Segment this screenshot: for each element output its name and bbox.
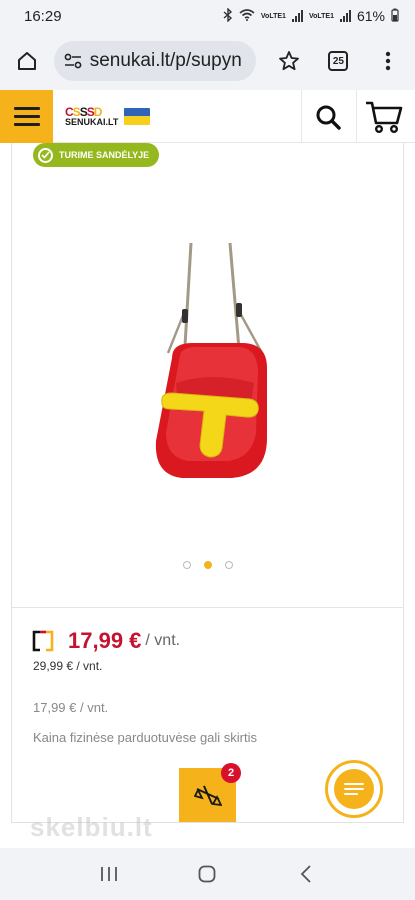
network-label-2: VoLTE1: [308, 12, 334, 20]
back-button[interactable]: [286, 854, 326, 894]
alt-price: 17,99 € / vnt.: [33, 700, 109, 715]
address-bar[interactable]: senukai.lt/p/supyn: [53, 41, 256, 81]
carousel-dot-active[interactable]: [204, 561, 212, 569]
bookmark-button[interactable]: [274, 46, 304, 76]
stock-badge: TURIME SANDĖLYJE: [33, 143, 160, 167]
network-label-1: VoLTE1: [260, 12, 286, 20]
search-icon: [316, 105, 341, 130]
check-circle-icon: [38, 147, 53, 163]
more-options-button[interactable]: [373, 46, 403, 76]
price-row: 17,99 € / vnt.: [32, 628, 180, 654]
tabs-button[interactable]: 25: [324, 46, 354, 76]
site-settings-icon[interactable]: [64, 53, 82, 69]
compare-scale-icon: [193, 785, 222, 807]
wifi-icon: [239, 8, 255, 24]
divider: [12, 607, 403, 608]
watermark: skelbiu.lt: [30, 812, 153, 842]
battery-icon: [391, 8, 399, 25]
signal-icon: [339, 10, 351, 22]
logo-name: SENUKAI.LT: [65, 116, 119, 127]
chat-lines-icon: [344, 783, 364, 795]
battery-level: 61%: [356, 8, 385, 24]
cart-button[interactable]: [358, 90, 410, 143]
home-circle-icon: [199, 865, 216, 883]
menu-icon-bar: [13, 106, 40, 110]
chat-button[interactable]: [325, 760, 383, 818]
star-icon: [278, 51, 299, 71]
old-price: 29,99 € / vnt.: [33, 659, 103, 673]
cart-icon: [366, 101, 403, 133]
compare-count-badge: 2: [221, 763, 241, 783]
current-price: 17,99 €: [68, 628, 142, 653]
price-unit: / vnt.: [145, 632, 181, 649]
price-logo-icon: [32, 630, 54, 652]
carousel-dot[interactable]: [225, 561, 233, 569]
system-nav-bar: [0, 848, 415, 900]
status-time: 16:29: [24, 7, 62, 25]
back-chevron-icon: [300, 865, 311, 883]
url-text: senukai.lt/p/supyn: [89, 50, 242, 71]
signal-icon: [291, 10, 303, 22]
recent-apps-icon: [101, 867, 118, 881]
price-note: Kaina fizinėse parduotuvėse gali skirtis: [33, 730, 258, 745]
ukraine-flag-icon: [124, 107, 151, 125]
bluetooth-icon: [223, 6, 233, 25]
more-vert-icon: [385, 51, 391, 71]
home-nav-button[interactable]: [187, 854, 227, 894]
browser-toolbar: senukai.lt/p/supyn 25: [0, 32, 415, 90]
product-image[interactable]: [142, 243, 282, 488]
home-icon: [17, 52, 36, 70]
menu-icon-bar: [13, 114, 40, 118]
status-bar: 16:29 VoLTE1 VoLTE1 61%: [0, 0, 415, 32]
carousel-dot[interactable]: [183, 561, 191, 569]
menu-icon-bar: [13, 122, 40, 126]
tabs-icon: 25: [328, 51, 349, 71]
image-carousel-dots[interactable]: [183, 561, 233, 569]
recent-apps-button[interactable]: [89, 854, 129, 894]
hamburger-menu-button[interactable]: [0, 89, 53, 143]
stock-badge-label: TURIME SANDĖLYJE: [59, 150, 150, 160]
site-logo[interactable]: CSSSD SENUKAI.LT: [65, 104, 151, 127]
home-button[interactable]: [12, 46, 42, 76]
logo-marks: CSSSD: [65, 104, 102, 119]
site-header: CSSSD SENUKAI.LT: [0, 89, 415, 143]
product-card: TURIME SANDĖLYJE 17,99 € / vnt. 29,99 € …: [11, 143, 404, 823]
status-icons: VoLTE1 VoLTE1 61%: [223, 6, 399, 25]
search-button[interactable]: [304, 90, 352, 143]
